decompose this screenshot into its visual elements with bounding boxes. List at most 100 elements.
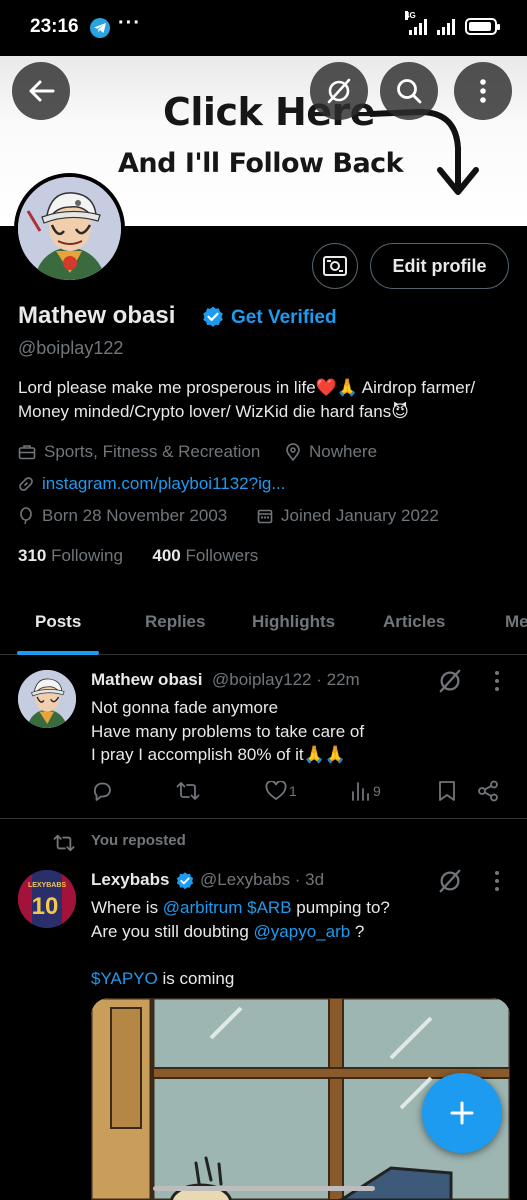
text-run: Are you still doubting [91,921,254,941]
grok-icon[interactable] [437,868,463,894]
search-icon [397,79,422,104]
tab-articles[interactable]: Articles [383,612,445,632]
edit-profile-button[interactable]: Edit profile [370,243,509,289]
post-more-icon[interactable] [493,670,501,692]
calendar-icon [257,509,273,524]
post-author-handle: @boiplay122 · 22m [212,670,360,690]
post-line: I pray I accomplish 80% of it🙏🙏 [91,745,346,764]
professional-dashboard-button[interactable] [312,243,358,289]
search-button[interactable] [380,62,438,120]
view-count: 9 [373,783,381,799]
cashtag-link[interactable]: $YAPYO [91,969,158,988]
battery-icon [465,18,500,35]
views-icon[interactable] [351,781,369,801]
status-bar: 23:16 ··· 4G [0,0,527,60]
following-count: 310 [18,546,47,565]
profile-name: Mathew obasi [18,302,176,329]
text-run: ? [350,921,365,941]
post-line: Where is @arbitrum $ARB pumping to? [91,896,511,920]
telegram-icon [90,18,110,38]
repost-indicator-icon [53,834,75,852]
dashboard-icon [323,256,347,276]
avatar-illustration [18,670,76,728]
text-run: pumping to? [291,898,390,917]
post-line: $YAPYO is coming [91,967,511,991]
verified-badge-icon [176,872,194,890]
share-icon[interactable] [477,780,499,802]
jersey-number: 10 [32,893,59,920]
profile-location: Nowhere [285,442,377,462]
born-text: Born 28 November 2003 [42,506,228,525]
like-count: 1 [289,783,297,799]
post-divider [0,818,527,819]
profile-category: Sports, Fitness & Recreation [18,442,260,462]
profile-avatar[interactable] [14,173,125,284]
post-author-name[interactable]: Mathew obasi [91,670,202,690]
signal-4g-icon: 4G [405,11,427,35]
location-text: Nowhere [309,442,378,461]
post-author-avatar[interactable] [18,670,76,728]
back-button[interactable] [12,62,70,120]
post-line: Have many problems to take care of [91,721,365,741]
more-options-button[interactable] [454,62,512,120]
jersey-avatar: LEXYBABS 10 [18,870,76,928]
profile-joined: Joined January 2022 [257,506,439,526]
following-label: Following [51,546,123,565]
signal-icon [437,17,455,35]
avatar-illustration [18,177,121,280]
banner-text-line2: And I'll Follow Back [118,148,404,179]
handle-text: @Lexybabs [200,870,291,889]
mention-link[interactable]: @arbitrum [163,898,243,917]
tab-highlights[interactable]: Highlights [252,612,335,632]
tab-posts[interactable]: Posts [35,612,81,632]
repost-icon[interactable] [176,780,200,802]
joined-text: Joined January 2022 [281,506,439,525]
banner-arrow-icon [370,108,479,195]
post-text: Not gonna fade anymore Have many problem… [91,696,511,767]
briefcase-icon [18,445,36,460]
text-run: is coming [157,968,235,988]
bookmark-icon[interactable] [438,780,456,802]
reply-icon[interactable] [91,780,113,802]
grok-icon[interactable] [437,668,463,694]
network-type: 4G [405,11,416,20]
profile-tabs: Posts Replies Highlights Articles Me [0,600,527,655]
post-line: Are you still doubting @yapyo_arb ? [91,920,511,944]
post-author-handle: @Lexybabs · 3d [200,870,324,890]
tab-replies[interactable]: Replies [145,612,205,632]
post-time: · 3d [294,870,325,889]
cashtag-link[interactable]: $ARB [247,898,291,917]
home-indicator[interactable] [153,1186,375,1191]
post-text: Where is @arbitrum $ARB pumping to? Are … [91,896,511,990]
more-notifications-icon: ··· [118,12,141,34]
post-time: · 22m [316,670,360,689]
post-author-name[interactable]: Lexybabs [91,870,169,890]
post-more-icon[interactable] [493,870,501,892]
followers-count: 400 [152,546,181,565]
balloon-icon [20,507,32,525]
post-author-avatar[interactable]: LEXYBABS 10 [18,870,76,928]
grok-icon [327,78,351,104]
profile-website[interactable]: instagram.com/playboi1132?ig... [18,474,286,494]
post-line: Not gonna fade anymore [91,698,279,717]
followers-link[interactable]: 400 Followers [152,546,258,565]
profile-birthdate: Born 28 November 2003 [18,506,227,526]
mention-link[interactable]: @yapyo_arb [254,922,351,941]
profile-handle: @boiplay122 [18,338,124,358]
following-link[interactable]: 310 Following [18,546,123,565]
verified-badge-icon [203,306,223,327]
location-pin-icon [286,443,300,461]
repost-label: You reposted [91,832,186,849]
compose-post-button[interactable] [422,1073,502,1153]
follow-stats: 310 Following 400 Followers [18,546,258,566]
link-icon [19,477,33,491]
category-text: Sports, Fitness & Recreation [44,442,261,461]
tab-media[interactable]: Me [505,612,527,632]
profile-bio: Lord please make me prosperous in life❤️… [18,378,476,421]
jersey-name: LEXYBABS [28,882,66,889]
followers-label: Followers [185,546,259,565]
website-link[interactable]: instagram.com/playboi1132?ig... [42,474,286,494]
like-icon[interactable] [265,781,287,801]
grok-button[interactable] [310,62,368,120]
get-verified-link[interactable]: Get Verified [231,307,337,329]
